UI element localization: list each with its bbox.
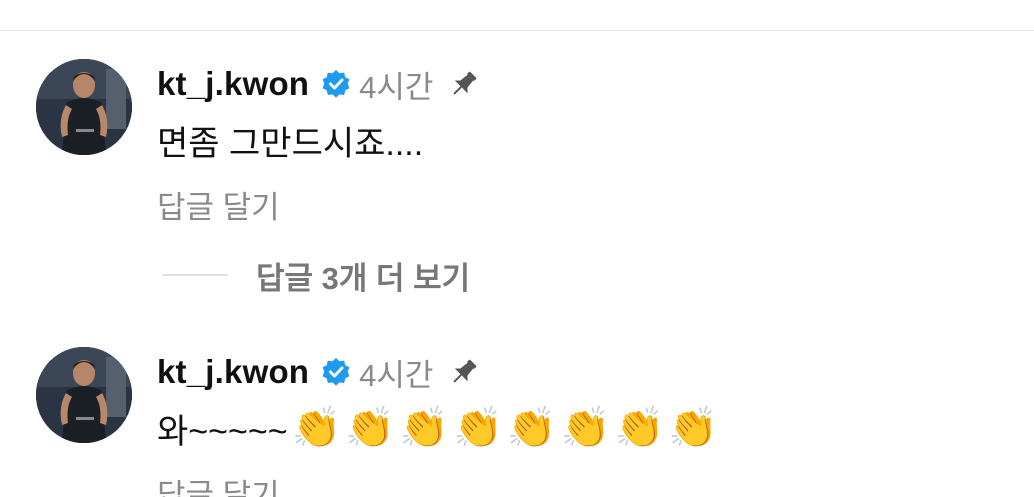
view-more-replies-label: 답글 3개 더 보기 [256, 260, 471, 296]
top-divider [0, 30, 1034, 31]
username[interactable]: kt_j.kwon [157, 65, 309, 103]
clapping-hands-icon: 👏 [506, 404, 557, 451]
verified-badge-icon [321, 357, 351, 387]
avatar[interactable] [36, 59, 132, 155]
comments-page: kt_j.kwon 4시간 면좀 그만드시죠.... 답글 달기 답글 3개 더… [0, 0, 1034, 497]
comment-text: 와~~~~~ 👏 👏 👏 👏 👏 👏 👏 👏 [157, 404, 718, 453]
username[interactable]: kt_j.kwon [157, 353, 309, 391]
comment-header: kt_j.kwon 4시간 [157, 62, 481, 106]
view-more-replies-button[interactable]: 답글 3개 더 보기 [162, 255, 471, 296]
clapping-hands-icon: 👏 [291, 404, 342, 451]
clapping-hands-icon: 👏 [399, 404, 449, 451]
reply-button[interactable]: 답글 달기 [157, 470, 280, 497]
clap-emoji-row: 👏 👏 👏 👏 👏 👏 👏 👏 [288, 408, 719, 450]
comment-text-content: 와~~~~~ [157, 413, 288, 451]
comment-text: 면좀 그만드시죠.... [157, 116, 423, 165]
avatar-image [36, 347, 132, 443]
comment-time: 4시간 [359, 69, 434, 105]
pin-icon [447, 67, 481, 101]
clapping-hands-icon: 👏 [453, 404, 503, 451]
avatar[interactable] [36, 347, 132, 443]
reply-button[interactable]: 답글 달기 [157, 182, 280, 227]
clapping-hands-icon: 👏 [345, 404, 396, 451]
clapping-hands-icon: 👏 [668, 404, 719, 451]
verified-badge-icon [321, 69, 351, 99]
pin-icon [447, 355, 481, 389]
comment-header: kt_j.kwon 4시간 [157, 350, 481, 394]
clapping-hands-icon: 👏 [614, 404, 665, 451]
avatar-image [36, 59, 132, 155]
comment-text-content: 면좀 그만드시죠.... [157, 125, 424, 163]
comment-time: 4시간 [359, 357, 434, 393]
clapping-hands-icon: 👏 [560, 404, 611, 451]
replies-divider-line [162, 274, 228, 276]
